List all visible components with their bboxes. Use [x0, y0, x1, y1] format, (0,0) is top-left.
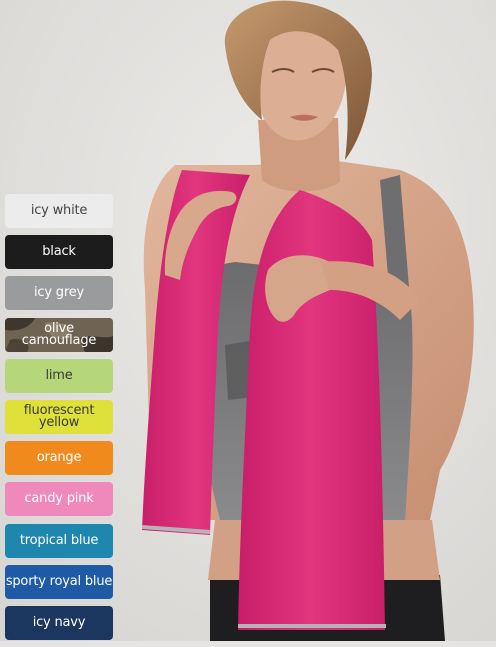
color-swatch-orange[interactable]: orange: [5, 441, 113, 476]
color-swatch-icy-white[interactable]: icy white: [5, 194, 113, 228]
swatch-label: orange: [36, 450, 82, 466]
swatch-label: icy white: [30, 203, 88, 218]
swatch-label: olive camouflage: [21, 320, 97, 348]
color-swatch-sporty-royal-blue[interactable]: sporty royal blue: [5, 564, 113, 599]
color-swatch-lime[interactable]: lime: [5, 358, 113, 393]
swatch-label: icy navy: [32, 614, 86, 630]
color-swatch-black[interactable]: black: [5, 235, 113, 270]
swatch-label: sporty royal blue: [5, 573, 113, 589]
swatch-label: candy pink: [24, 491, 94, 507]
swatch-label: tropical blue: [19, 532, 99, 548]
swatch-label: icy grey: [34, 285, 84, 301]
color-swatch-candy-pink[interactable]: candy pink: [5, 482, 113, 517]
color-swatch-fluorescent-yellow[interactable]: fluorescent yellow: [5, 399, 113, 434]
swatch-label: black: [42, 244, 76, 260]
color-swatch-icy-navy[interactable]: icy navy: [5, 605, 113, 640]
color-swatch-olive-camouflage[interactable]: olive camouflage: [5, 317, 113, 352]
color-swatch-list: icy white black icy grey olive camouflage li…: [5, 194, 115, 647]
color-swatch-icy-grey[interactable]: icy grey: [5, 276, 113, 311]
swatch-label: fluorescent yellow: [23, 402, 95, 430]
color-swatch-tropical-blue[interactable]: tropical blue: [5, 523, 113, 558]
swatch-label: lime: [45, 367, 73, 383]
